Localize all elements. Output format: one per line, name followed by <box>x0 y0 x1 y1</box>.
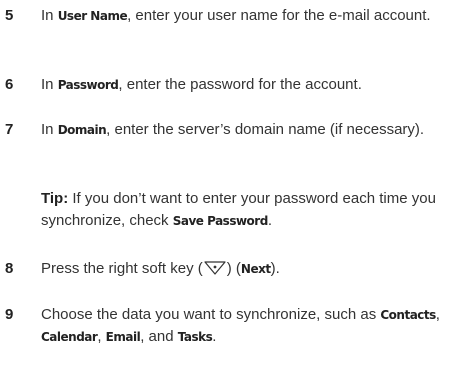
tip-post: . <box>267 212 272 229</box>
step-text: Choose the data you want to synchronize,… <box>41 304 456 348</box>
step-text: Press the right soft key ( ) (Next). <box>41 258 456 283</box>
ui-label-calendar: Calendar <box>41 330 98 344</box>
step-text-pre: In <box>41 7 58 24</box>
ui-label-save-password: Save Password <box>172 214 269 228</box>
ui-label-email: Email <box>105 330 141 344</box>
step-text-pre: In <box>41 76 58 93</box>
tip-note: Tip: If you don’t want to enter your pas… <box>41 188 456 232</box>
step-text-post: , enter the server’s domain name (if nec… <box>106 121 425 138</box>
ui-label-password: Password <box>57 78 119 92</box>
tip-label: Tip: <box>41 190 69 207</box>
step-text-pre: In <box>41 121 58 138</box>
step-text-post: , enter your user name for the e-mail ac… <box>127 7 431 24</box>
separator: , and <box>140 328 178 345</box>
step-number: 7 <box>5 121 14 138</box>
step-number: 5 <box>5 7 14 24</box>
step-text-post: ). <box>270 260 280 277</box>
step-number: 9 <box>5 306 14 323</box>
ui-label-domain: Domain <box>57 123 107 137</box>
step-text: In Password, enter the password for the … <box>41 74 456 96</box>
ui-label-contacts: Contacts <box>380 308 436 322</box>
step-text-post: , enter the password for the account. <box>118 76 362 93</box>
ui-label-tasks: Tasks <box>177 330 213 344</box>
step-text: In User Name, enter your user name for t… <box>41 5 456 27</box>
step-text-post: . <box>212 328 217 345</box>
step-text: In Domain, enter the server’s domain nam… <box>41 119 456 141</box>
ui-label-user-name: User Name <box>57 9 128 23</box>
step-text-pre: Press the right soft key ( <box>41 260 203 277</box>
step-text-mid: ) ( <box>226 260 241 277</box>
step-text-pre: Choose the data you want to synchronize,… <box>41 306 381 323</box>
separator: , <box>435 306 440 323</box>
right-soft-key-icon <box>204 260 226 283</box>
step-number: 6 <box>5 76 14 93</box>
ui-label-next: Next <box>240 262 271 276</box>
separator: , <box>97 328 106 345</box>
step-number: 8 <box>5 260 14 277</box>
